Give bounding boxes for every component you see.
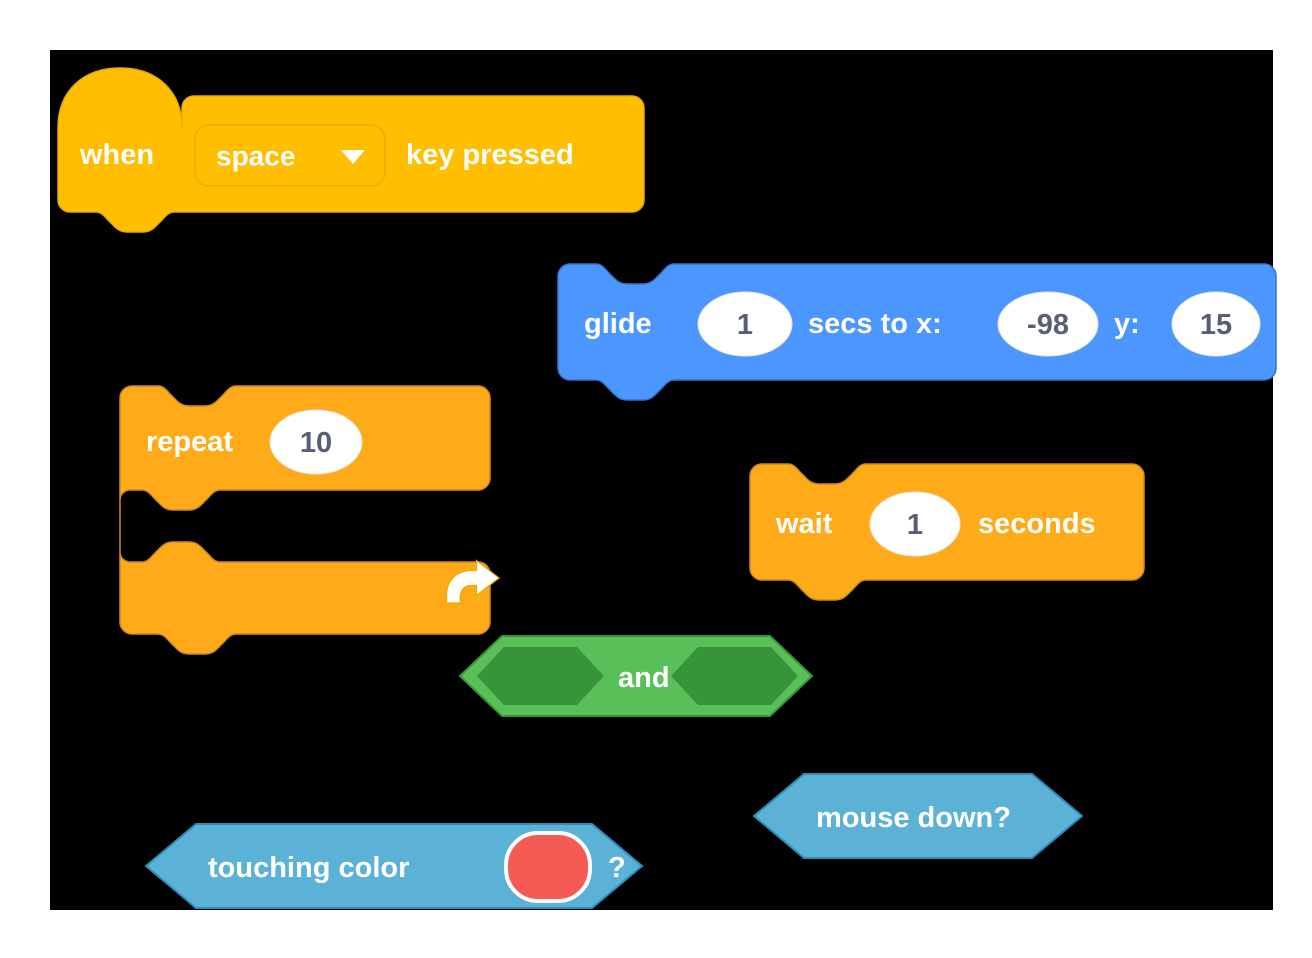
block-when-key-pressed[interactable]: when space key pressed — [57, 60, 658, 240]
and-label: and — [618, 662, 670, 694]
glide-secs-value: 1 — [737, 309, 753, 341]
workspace-canvas[interactable]: when space key pressed glide 1 secs to x… — [50, 50, 1277, 910]
secs-to-x-label: secs to x: — [808, 308, 942, 340]
when-label: when — [79, 139, 154, 171]
wait-duration-value: 1 — [907, 509, 923, 541]
y-label: y: — [1114, 308, 1140, 340]
repeat-times-value: 10 — [300, 427, 332, 459]
seconds-label: seconds — [978, 508, 1096, 540]
and-left-slot[interactable] — [477, 647, 604, 705]
key-pressed-label: key pressed — [406, 139, 574, 171]
repeat-label: repeat — [146, 426, 233, 458]
color-swatch[interactable] — [504, 831, 592, 903]
glide-label: glide — [584, 308, 652, 340]
key-dropdown-value: space — [216, 141, 295, 172]
mouse-down-label: mouse down? — [816, 802, 1011, 834]
scratch-blocks-canvas-page: when space key pressed glide 1 secs to x… — [0, 0, 1312, 958]
block-and[interactable]: and — [458, 628, 828, 738]
block-mouse-down[interactable]: mouse down? — [748, 768, 1098, 868]
and-right-slot[interactable] — [671, 647, 798, 705]
wait-label: wait — [775, 508, 833, 540]
block-glide-secs-to-xy[interactable]: glide 1 secs to x: -98 y: 15 — [557, 260, 1298, 405]
glide-y-value: 15 — [1200, 309, 1232, 341]
touching-color-question: ? — [608, 852, 626, 884]
block-touching-color[interactable]: touching color ? — [140, 818, 660, 928]
block-repeat[interactable]: repeat 10 — [119, 330, 530, 655]
touching-color-label: touching color — [208, 852, 409, 884]
glide-x-value: -98 — [1027, 309, 1069, 341]
block-wait-seconds[interactable]: wait 1 seconds — [749, 460, 1180, 605]
